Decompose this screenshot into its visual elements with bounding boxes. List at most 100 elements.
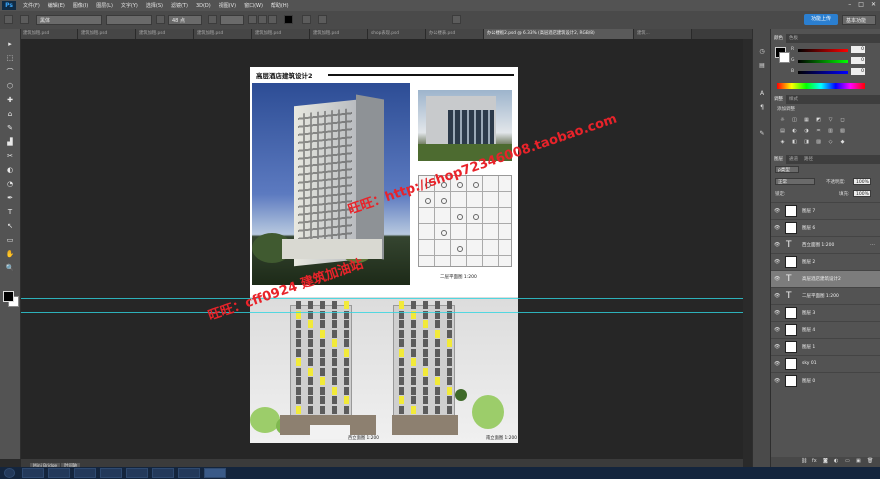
fx-icon[interactable]: fx — [812, 458, 817, 464]
marquee-tool-icon[interactable]: ⬚ — [5, 53, 15, 63]
type-tool-icon[interactable]: T — [5, 207, 15, 217]
layer-name[interactable]: 西立面图 1:200 — [802, 242, 834, 248]
dodge-tool-icon[interactable]: ◔ — [5, 179, 15, 189]
color-lookup-icon[interactable]: ▥ — [827, 128, 834, 134]
guide-line[interactable] — [21, 298, 743, 299]
channel-mixer-icon[interactable]: ♒ — [815, 128, 822, 134]
document-tab[interactable]: 建筑加粗.psd — [194, 29, 252, 39]
blue-channel-slider[interactable]: B 0 — [791, 68, 877, 75]
layer-row[interactable]: 👁 T 高层酒店建筑设计2 — [771, 270, 880, 287]
workspace-select[interactable]: 基本功能 — [842, 15, 876, 25]
3d-icon[interactable] — [452, 15, 461, 24]
menu-file[interactable]: 文件(F) — [19, 2, 44, 9]
layer-row[interactable]: 👁 图层 3 — [771, 304, 880, 321]
properties-icon[interactable]: ▤ — [757, 61, 767, 70]
layer-row[interactable]: 👁 sky 01 — [771, 355, 880, 372]
brush-tool-icon[interactable]: ✎ — [5, 123, 15, 133]
gradient-tool-icon[interactable]: ◐ — [5, 165, 15, 175]
cloud-upload-button[interactable]: 功能上传 — [804, 14, 838, 25]
link-icon[interactable]: ⛓ — [801, 458, 807, 464]
hand-tool-icon[interactable]: ✋ — [5, 249, 15, 259]
brightness-icon[interactable]: ☼ — [779, 117, 786, 123]
invert-icon[interactable]: ▧ — [839, 128, 846, 134]
color-balance-icon[interactable]: ▤ — [779, 128, 786, 134]
document-tab[interactable]: shop表现.psd — [368, 29, 426, 39]
layer-name[interactable]: 图层 4 — [802, 327, 815, 333]
crop-tool-icon[interactable]: ✚ — [5, 95, 15, 105]
menu-layer[interactable]: 图层(L) — [92, 2, 117, 9]
levels-icon[interactable]: ◫ — [791, 117, 798, 123]
zoom-tool-icon[interactable]: 🔍 — [5, 263, 15, 273]
menu-filter[interactable]: 滤镜(T) — [167, 2, 192, 9]
menu-image[interactable]: 图像(I) — [69, 2, 92, 9]
mask-icon[interactable]: ◙ — [823, 458, 828, 464]
menu-window[interactable]: 窗口(W) — [240, 2, 267, 9]
document-tab-active[interactable]: 办公楼板2.psd @ 6.33% (高层酒店建筑设计2, RGB/8) — [484, 29, 634, 39]
align-center-icon[interactable] — [258, 15, 267, 24]
taskbar-app[interactable] — [100, 468, 122, 478]
tab-channels[interactable]: 通道 — [786, 155, 801, 164]
visibility-eye-icon[interactable]: 👁 — [774, 361, 780, 367]
curves-icon[interactable]: ▦ — [803, 117, 810, 123]
menu-help[interactable]: 帮助(H) — [267, 2, 293, 9]
visibility-eye-icon[interactable]: 👁 — [774, 327, 780, 333]
document-tab[interactable]: 建筑加粗.psd — [20, 29, 78, 39]
type-tool-preset-icon[interactable] — [4, 15, 13, 24]
blend-mode-select[interactable]: 正常 — [775, 178, 815, 185]
text-color-swatch[interactable] — [284, 15, 293, 24]
layer-name[interactable]: 图层 7 — [802, 208, 815, 214]
gradient-map-icon[interactable]: ◨ — [803, 139, 810, 145]
tab-styles[interactable]: 样式 — [786, 95, 801, 104]
menu-edit[interactable]: 编辑(E) — [44, 2, 69, 9]
font-style-select[interactable] — [106, 15, 152, 25]
document-tab[interactable]: 建筑加粗.psd — [252, 29, 310, 39]
document-tab[interactable]: 建筑加粗.psd — [136, 29, 194, 39]
document-tab[interactable]: 建筑加粗.psd — [310, 29, 368, 39]
menu-view[interactable]: 视图(V) — [215, 2, 240, 9]
close-button[interactable]: ✕ — [871, 1, 876, 8]
layer-name[interactable]: 图层 1 — [802, 344, 815, 350]
taskbar-app[interactable] — [126, 468, 148, 478]
visibility-eye-icon[interactable]: 👁 — [774, 344, 780, 350]
visibility-eye-icon[interactable]: 👁 — [774, 242, 780, 248]
layer-row[interactable]: 👁 图层 7 — [771, 202, 880, 219]
taskbar-app[interactable] — [152, 468, 174, 478]
character-icon[interactable]: A — [757, 89, 767, 98]
taskbar-app-photoshop[interactable] — [204, 468, 226, 478]
lasso-tool-icon[interactable]: ⌒ — [5, 67, 15, 77]
hsl-icon[interactable]: ◻ — [839, 117, 846, 123]
eraser-tool-icon[interactable]: ✂ — [5, 151, 15, 161]
photo-filter-icon[interactable]: ◑ — [803, 128, 810, 134]
taskbar-app[interactable] — [178, 468, 200, 478]
visibility-eye-icon[interactable]: 👁 — [774, 259, 780, 265]
hdr-icon[interactable]: ◆ — [839, 139, 846, 145]
minimize-button[interactable]: – — [848, 1, 851, 8]
pen-tool-icon[interactable]: ✒ — [5, 193, 15, 203]
tab-color[interactable]: 颜色 — [771, 34, 786, 43]
foreground-color-swatch[interactable] — [3, 291, 14, 302]
move-tool-icon[interactable]: ▸ — [5, 39, 15, 49]
trash-icon[interactable]: 🗑 — [867, 458, 873, 464]
tab-adjustments[interactable]: 调整 — [771, 95, 786, 104]
layer-row[interactable]: 👁 T 西立面图 1:200… — [771, 236, 880, 253]
vibrance-icon[interactable]: ▽ — [827, 117, 834, 123]
layer-name[interactable]: 图层 3 — [802, 310, 815, 316]
document-tab[interactable]: 办公楼表.psd — [426, 29, 484, 39]
font-size-select[interactable]: 48 点 — [168, 15, 202, 25]
black-white-icon[interactable]: ◐ — [791, 128, 798, 134]
quick-select-tool-icon[interactable]: ⬡ — [5, 81, 15, 91]
layer-name[interactable]: 图层 0 — [802, 378, 815, 384]
posterize-icon[interactable]: ◈ — [779, 139, 786, 145]
layer-name[interactable]: 图层 6 — [802, 225, 815, 231]
layer-name[interactable]: 高层酒店建筑设计2 — [802, 276, 841, 282]
taskbar-app[interactable] — [74, 468, 96, 478]
visibility-eye-icon[interactable]: 👁 — [774, 310, 780, 316]
tab-layers[interactable]: 图层 — [771, 155, 786, 164]
eyedropper-tool-icon[interactable]: ⌂ — [5, 109, 15, 119]
path-select-tool-icon[interactable]: ↖ — [5, 221, 15, 231]
new-layer-icon[interactable]: ▣ — [856, 458, 861, 464]
character-panel-icon[interactable] — [318, 15, 327, 24]
layer-row[interactable]: 👁 图层 4 — [771, 321, 880, 338]
history-icon[interactable]: ◷ — [757, 47, 767, 56]
selective-color-icon[interactable]: ▨ — [815, 139, 822, 145]
